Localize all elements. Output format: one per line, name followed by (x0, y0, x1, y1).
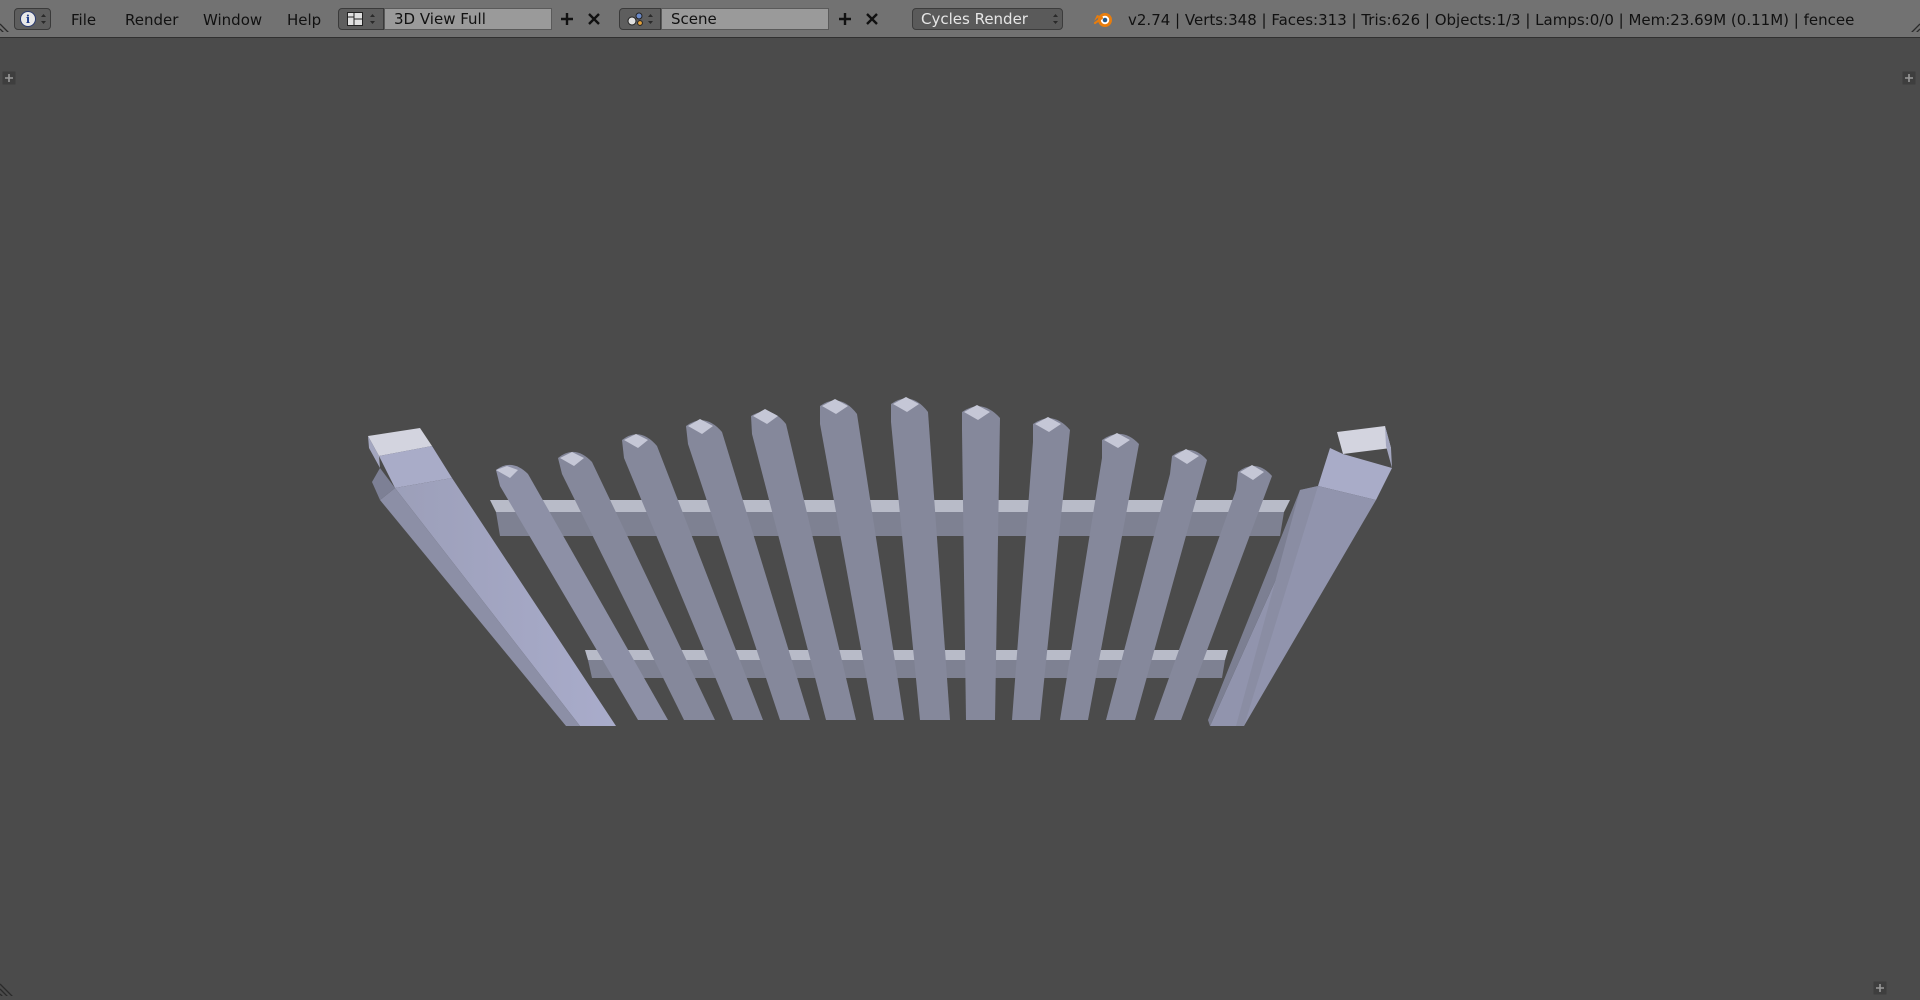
close-icon (588, 13, 600, 25)
scene-statistics: v2.74 | Verts:348 | Faces:313 | Tris:626… (1128, 11, 1855, 29)
add-scene-button[interactable] (836, 10, 854, 28)
render-engine-label: Cycles Render (921, 10, 1028, 28)
render-engine-select[interactable]: Cycles Render (912, 8, 1063, 30)
3d-viewport[interactable] (0, 38, 1920, 1000)
menu-file[interactable]: File (71, 11, 96, 29)
screen-layout-icon (347, 12, 363, 26)
scene-icon (627, 12, 643, 26)
screen-layout-name-field[interactable]: 3D View Full (384, 8, 552, 30)
scene-browse-button[interactable] (619, 8, 661, 30)
menu-render[interactable]: Render (125, 11, 178, 29)
area-split-corner-top-right[interactable] (1906, 18, 1920, 32)
updown-arrows-icon (369, 12, 376, 26)
blender-window: i File Render Window Help 3D View Full S… (0, 0, 1920, 1000)
add-screen-layout-button[interactable] (558, 10, 576, 28)
scene-name-field[interactable]: Scene (661, 8, 829, 30)
menu-window[interactable]: Window (203, 11, 262, 29)
blender-logo-icon (1093, 13, 1112, 27)
plus-icon (839, 13, 851, 25)
screen-layout-browse-button[interactable] (338, 8, 384, 30)
menu-help[interactable]: Help (287, 11, 321, 29)
editor-type-selector[interactable]: i (14, 8, 51, 30)
updown-arrows-icon (647, 12, 654, 26)
updown-arrows-icon (1052, 12, 1059, 26)
plus-icon (561, 13, 573, 25)
close-icon (866, 13, 878, 25)
fence-post-right (1208, 426, 1392, 726)
updown-arrows-icon (40, 12, 47, 26)
area-split-corner-top-left[interactable] (0, 18, 14, 32)
delete-screen-layout-button[interactable] (585, 10, 603, 28)
delete-scene-button[interactable] (863, 10, 881, 28)
info-header: i File Render Window Help 3D View Full S… (0, 0, 1920, 38)
fence-model[interactable] (0, 38, 1920, 1000)
info-icon: i (20, 11, 36, 27)
